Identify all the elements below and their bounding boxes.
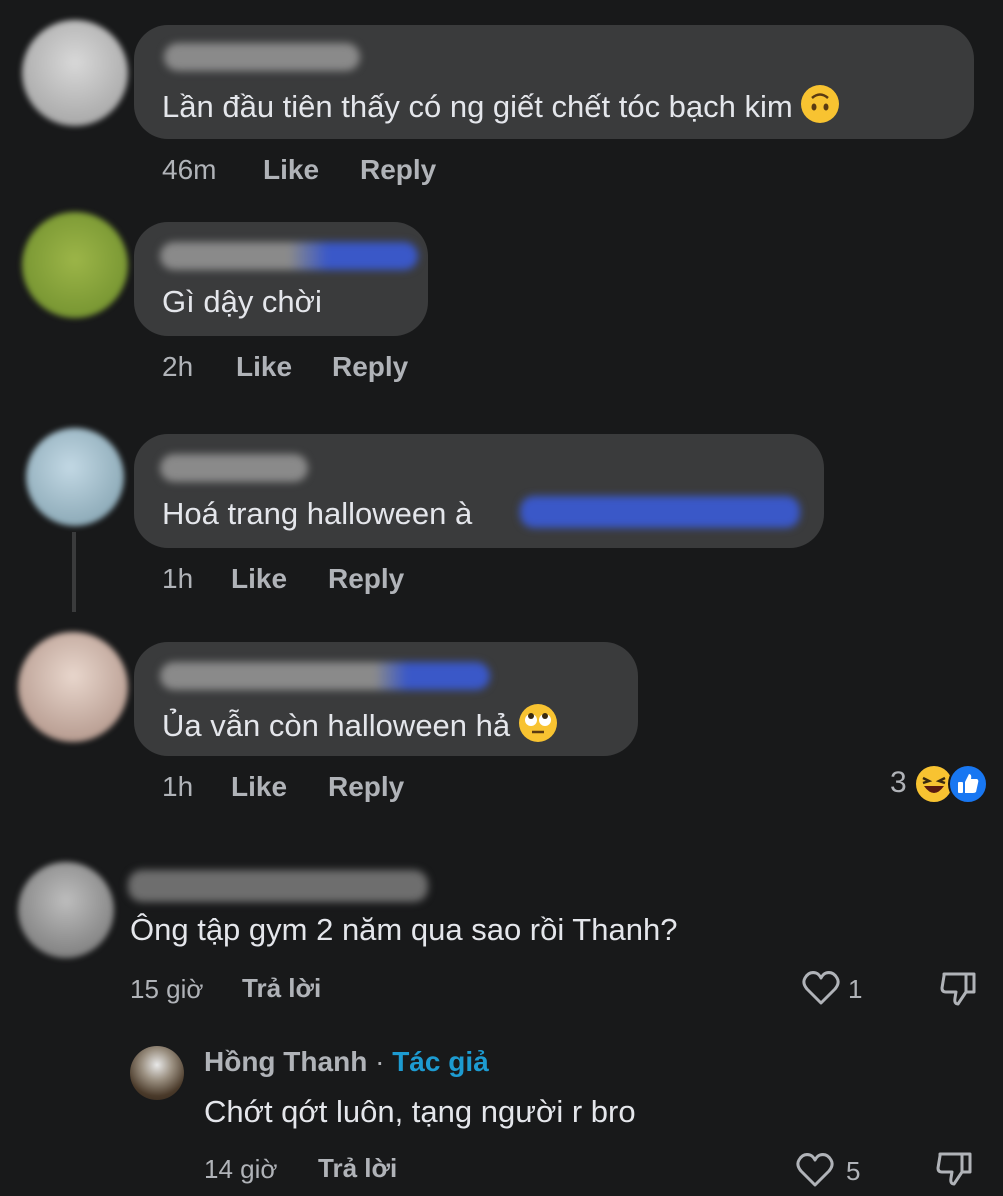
author-line: Hồng Thanh · Tác giả: [204, 1046, 489, 1078]
heart-like-button[interactable]: 5: [796, 1150, 872, 1194]
avatar[interactable]: [18, 862, 114, 958]
author-name[interactable]: Hồng Thanh: [204, 1046, 367, 1077]
reply-text: Chớt qớt luôn, tạng người r bro: [204, 1094, 636, 1129]
reply-button[interactable]: Reply: [332, 351, 408, 383]
comment-time: 46m: [162, 154, 217, 185]
rolling-eyes-face-icon: [518, 704, 557, 742]
heart-like-button[interactable]: 1: [802, 968, 872, 1012]
reply-button[interactable]: Reply: [328, 563, 404, 595]
avatar[interactable]: [26, 428, 124, 526]
mentioned-user[interactable]: [520, 496, 800, 528]
dislike-icon[interactable]: [938, 970, 978, 1013]
like-count: 1: [848, 974, 863, 1004]
like-button[interactable]: Like: [231, 563, 287, 595]
reply-time: 14 giờ: [204, 1154, 278, 1184]
upside-down-face-icon: [801, 85, 840, 123]
thread-line: [72, 532, 76, 612]
comment-bubble: Ủa vẫn còn halloween hả: [134, 642, 638, 756]
commenter-name[interactable]: [160, 242, 418, 270]
heart-icon: [796, 1152, 834, 1193]
like-button[interactable]: Like: [231, 771, 287, 803]
comment-time: 1h: [162, 563, 194, 594]
separator: ·: [375, 1046, 385, 1077]
comment-bubble: Hoá trang halloween à: [134, 434, 824, 548]
like-count: 5: [846, 1156, 861, 1186]
comment-text: Gì dậy chời: [162, 284, 322, 319]
comment-text: Lần đầu tiên thấy có ng giết chết tóc bạ…: [162, 85, 840, 125]
comment-time: 1h: [162, 771, 194, 802]
commenter-name[interactable]: [128, 870, 428, 902]
heart-icon: [802, 970, 840, 1011]
reply-button[interactable]: Trả lời: [318, 1153, 397, 1184]
author-avatar[interactable]: [130, 1046, 184, 1100]
like-reaction-icon: [948, 764, 988, 809]
reply-button[interactable]: Trả lời: [242, 973, 321, 1004]
commenter-name[interactable]: [164, 43, 360, 71]
dislike-icon[interactable]: [934, 1150, 974, 1193]
commenter-name[interactable]: [160, 662, 490, 690]
reaction-count: 3: [890, 766, 907, 799]
comment-text: Hoá trang halloween à: [162, 496, 473, 531]
like-button[interactable]: Like: [236, 351, 292, 383]
avatar[interactable]: [22, 212, 128, 318]
comment-bubble: Gì dậy chời: [134, 222, 428, 336]
comment-text: Ủa vẫn còn halloween hả: [162, 704, 557, 744]
commenter-name[interactable]: [160, 454, 308, 482]
comment-bubble: Lần đầu tiên thấy có ng giết chết tóc bạ…: [134, 25, 974, 139]
author-badge: Tác giả: [392, 1046, 489, 1077]
reply-button[interactable]: Reply: [328, 771, 404, 803]
comment-time: 2h: [162, 351, 194, 382]
avatar[interactable]: [18, 632, 128, 742]
avatar[interactable]: [22, 20, 128, 126]
thread-comment-text: Ông tập gym 2 năm qua sao rồi Thanh?: [130, 912, 678, 947]
thread-comment-time: 15 giờ: [130, 974, 204, 1004]
reaction-summary[interactable]: 3: [890, 762, 998, 804]
reply-button[interactable]: Reply: [360, 154, 436, 186]
like-button[interactable]: Like: [263, 154, 319, 186]
